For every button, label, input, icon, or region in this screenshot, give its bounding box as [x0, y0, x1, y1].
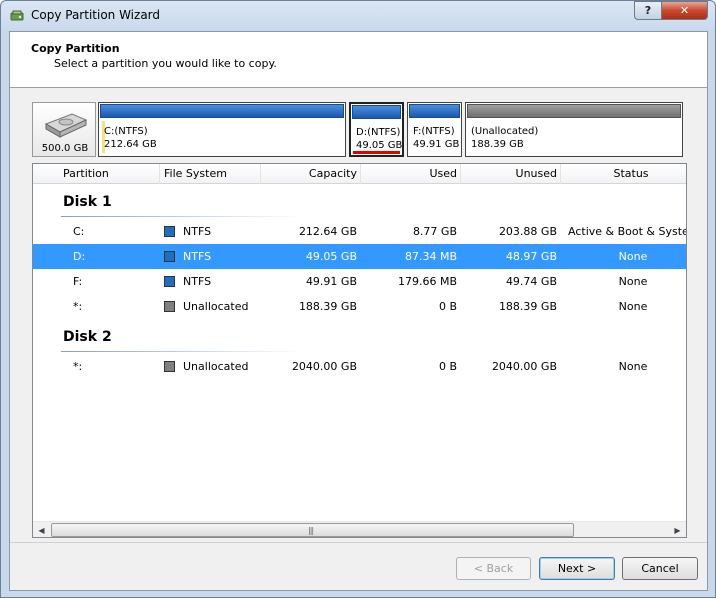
back-button[interactable]: < Back	[456, 557, 531, 580]
column-header-used[interactable]: Used	[361, 167, 457, 180]
cell-status: None	[618, 300, 648, 313]
selected-partition-marker	[353, 151, 400, 154]
partition-size: 212.64 GB	[104, 139, 157, 150]
table-header: Partition File System Capacity Used Unus…	[33, 164, 686, 184]
footer-divider	[10, 542, 707, 543]
cell-unused: 48.97 GB	[505, 250, 557, 263]
group-header-disk-1: Disk 1	[63, 194, 112, 210]
help-button[interactable]: ?	[634, 1, 662, 20]
cell-partition: F:	[73, 275, 83, 288]
partition-name: F:(NTFS)	[413, 126, 455, 137]
column-divider[interactable]	[159, 164, 160, 184]
cell-partition: C:	[73, 225, 85, 238]
cell-used: 179.66 MB	[397, 275, 457, 288]
ntfs-color-swatch	[164, 251, 175, 262]
table-row[interactable]: *: Unallocated 188.39 GB 0 B 188.39 GB N…	[33, 294, 686, 319]
scrollbar-thumb[interactable]: |||	[51, 523, 574, 537]
horizontal-scrollbar[interactable]: ◀ ||| ▶	[33, 521, 686, 537]
table-row[interactable]: C: NTFS 212.64 GB 8.77 GB 203.88 GB Acti…	[33, 219, 686, 244]
cell-unused: 188.39 GB	[498, 300, 557, 313]
cell-status: None	[618, 360, 648, 373]
hard-disk-icon	[44, 113, 88, 138]
next-button[interactable]: Next >	[539, 557, 615, 580]
partition-block-unallocated[interactable]: (Unallocated) 188.39 GB	[465, 102, 683, 157]
cell-file-system: NTFS	[183, 225, 212, 238]
cell-capacity: 2040.00 GB	[291, 360, 357, 373]
column-header-status[interactable]: Status	[561, 167, 686, 180]
cell-status: Active & Boot & System	[568, 225, 687, 238]
table-row-selected[interactable]: D: NTFS 49.05 GB 87.34 MB 48.97 GB None	[33, 244, 686, 269]
cell-used: 0 B	[438, 300, 457, 313]
partition-label-f: F:(NTFS) 49.91 GB	[413, 125, 459, 151]
column-header-unused[interactable]: Unused	[461, 167, 557, 180]
cell-capacity: 49.91 GB	[305, 275, 357, 288]
partition-bar	[409, 104, 460, 118]
partition-label-unallocated: (Unallocated) 188.39 GB	[471, 125, 538, 151]
partition-bar	[100, 104, 344, 118]
cell-partition: *:	[73, 300, 83, 313]
close-button[interactable]: ✕	[661, 1, 708, 20]
copy-partition-wizard-window: Copy Partition Wizard ? ✕ Copy Partition…	[0, 0, 716, 598]
cell-used: 8.77 GB	[412, 225, 457, 238]
disk-map: 500.0 GB C:(NTFS) 212.64 GB D:(NTFS) 49.…	[32, 102, 684, 157]
partition-name: C:(NTFS)	[104, 126, 148, 137]
cell-file-system: NTFS	[183, 250, 212, 263]
partition-size: 49.91 GB	[413, 139, 460, 150]
wizard-header: Copy Partition Select a partition you wo…	[10, 32, 707, 88]
partition-bar	[467, 104, 681, 118]
partition-name: D:(NTFS)	[356, 127, 401, 138]
partition-block-f[interactable]: F:(NTFS) 49.91 GB	[407, 102, 462, 157]
cell-status: None	[618, 250, 648, 263]
cell-file-system: Unallocated	[183, 360, 249, 373]
unallocated-color-swatch	[164, 361, 175, 372]
scroll-left-arrow-icon[interactable]: ◀	[33, 525, 50, 537]
partition-block-c[interactable]: C:(NTFS) 212.64 GB	[98, 102, 346, 157]
partition-size: 188.39 GB	[471, 139, 524, 150]
cell-partition: *:	[73, 360, 83, 373]
cell-used: 0 B	[438, 360, 457, 373]
cancel-button[interactable]: Cancel	[622, 557, 698, 580]
title-bar[interactable]: Copy Partition Wizard ? ✕	[1, 1, 715, 31]
cell-unused: 49.74 GB	[505, 275, 557, 288]
partition-list[interactable]: Partition File System Capacity Used Unus…	[32, 163, 687, 538]
table-row[interactable]: F: NTFS 49.91 GB 179.66 MB 49.74 GB None	[33, 269, 686, 294]
group-header-disk-2: Disk 2	[63, 329, 112, 345]
cell-capacity: 212.64 GB	[298, 225, 357, 238]
table-row[interactable]: *: Unallocated 2040.00 GB 0 B 2040.00 GB…	[33, 354, 686, 379]
page-subtitle: Select a partition you would like to cop…	[54, 57, 277, 70]
ntfs-color-swatch	[164, 226, 175, 237]
cell-used: 87.34 MB	[404, 250, 457, 263]
unallocated-color-swatch	[164, 301, 175, 312]
cell-status: None	[618, 275, 648, 288]
partition-name: (Unallocated)	[471, 126, 539, 137]
disk-size-label: 500.0 GB	[41, 143, 89, 154]
cell-capacity: 49.05 GB	[305, 250, 357, 263]
cell-unused: 2040.00 GB	[491, 360, 557, 373]
cell-capacity: 188.39 GB	[298, 300, 357, 313]
partition-label-d: D:(NTFS) 49.05 GB	[356, 126, 402, 152]
page-title: Copy Partition	[31, 42, 120, 55]
column-header-capacity[interactable]: Capacity	[261, 167, 357, 180]
partition-bar	[352, 105, 401, 119]
cell-unused: 203.88 GB	[498, 225, 557, 238]
cell-partition: D:	[73, 250, 86, 263]
wizard-app-icon	[10, 10, 24, 21]
group-divider	[61, 351, 301, 352]
partition-block-d[interactable]: D:(NTFS) 49.05 GB	[349, 102, 404, 157]
scroll-right-arrow-icon[interactable]: ▶	[669, 525, 686, 537]
disk-1-summary[interactable]: 500.0 GB	[32, 102, 96, 157]
group-divider	[61, 216, 301, 217]
ntfs-color-swatch	[164, 276, 175, 287]
column-header-partition[interactable]: Partition	[63, 167, 109, 180]
window-title: Copy Partition Wizard	[31, 8, 161, 22]
cell-file-system: NTFS	[183, 275, 212, 288]
partition-label-c: C:(NTFS) 212.64 GB	[104, 125, 157, 151]
column-header-file-system[interactable]: File System	[164, 167, 227, 180]
scrollbar-grip-icon: |||	[308, 526, 314, 535]
cell-file-system: Unallocated	[183, 300, 249, 313]
wizard-client-area: Copy Partition Select a partition you wo…	[9, 31, 708, 591]
